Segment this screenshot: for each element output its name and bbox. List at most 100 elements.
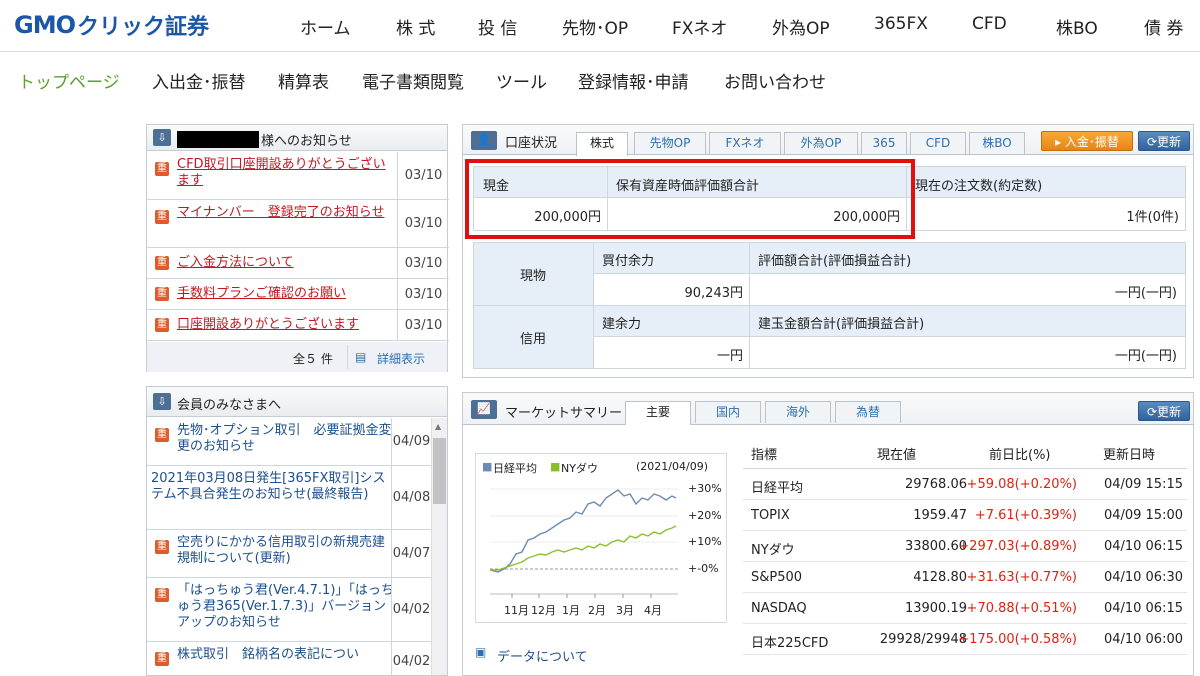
list-item[interactable]: 重 先物･オプション取引 必要証拠金変更のお知らせ 04/09 bbox=[147, 418, 431, 466]
detail-link[interactable]: 詳細表示 bbox=[377, 350, 425, 367]
notice-date: 03/10 bbox=[397, 310, 449, 340]
notice-date: 03/10 bbox=[397, 200, 449, 247]
scroll-up-icon[interactable]: ▲ bbox=[435, 422, 441, 431]
member-notice-link[interactable]: 「はっちゅう君(Ver.4.7.1)」「はっちゅう君365(Ver.1.7.3)… bbox=[177, 583, 397, 631]
notice-item[interactable]: 重 手数料プランご確認のお願い 03/10 bbox=[147, 279, 449, 310]
member-notice-date: 04/02 bbox=[391, 642, 431, 675]
list-item[interactable]: 重 空売りにかかる信用取引の新規売建規制について(更新) 04/07 bbox=[147, 530, 431, 578]
subnav-documents[interactable]: 電子書類閲覧 bbox=[362, 68, 464, 93]
subnav-contact[interactable]: お問い合わせ bbox=[724, 68, 826, 93]
margin-power-value: 一円 bbox=[594, 337, 749, 368]
members-header: ⇩ 会員のみなさまへ bbox=[147, 387, 447, 417]
market-refresh-button[interactable]: ⟳更新 bbox=[1138, 401, 1190, 421]
nav-fx-op[interactable]: 外為OP bbox=[772, 14, 830, 39]
orders-value: 1件(0件) bbox=[907, 198, 1185, 230]
member-notice-date: 04/09 bbox=[391, 418, 431, 465]
notice-item[interactable]: 重 ご入金方法について 03/10 bbox=[147, 248, 449, 279]
member-notice-link[interactable]: 株式取引 銘柄名の表記につい bbox=[177, 647, 397, 663]
notice-link[interactable]: 手数料プランご確認のお願い bbox=[177, 286, 391, 302]
x-tick-label: 3月 bbox=[616, 604, 634, 617]
cell-change: +70.88(+0.51%) bbox=[966, 601, 1077, 616]
notice-item[interactable]: 重 CFD取引口座開設ありがとうございます 03/10 bbox=[147, 152, 449, 200]
tab-fx-op[interactable]: 外為OP bbox=[784, 132, 858, 154]
notice-link[interactable]: 口座開設ありがとうございます bbox=[177, 317, 391, 333]
notice-link[interactable]: マイナンバー 登録完了のお知らせ bbox=[177, 205, 391, 221]
nav-fund[interactable]: 投 信 bbox=[478, 14, 517, 39]
cell-index: 日本225CFD bbox=[751, 636, 829, 651]
cell-updated: 04/10 06:30 bbox=[1103, 570, 1183, 585]
member-notice-link[interactable]: 2021年03月08日発生[365FX取引]システム不具合発生のお知らせ(最終報… bbox=[151, 471, 397, 503]
market-table: 指標 現在値 前日比(%) 更新日時 日経平均 29768.06 +59.08(… bbox=[743, 437, 1187, 675]
tab-365[interactable]: 365 bbox=[861, 132, 907, 154]
x-tick-label: 12月 bbox=[531, 604, 556, 617]
cell-change: +297.03(+0.89%) bbox=[958, 539, 1077, 554]
download-icon: ⇩ bbox=[153, 393, 171, 410]
personal-notice-panel: ⇩ 様へのお知らせ 重 CFD取引口座開設ありがとうございます 03/10 重 … bbox=[146, 124, 449, 372]
buying-power-label: 買付余力 bbox=[594, 243, 749, 273]
y-tick-label: +20% bbox=[688, 509, 722, 522]
masked-username bbox=[177, 131, 259, 148]
member-notice-date: 04/02 bbox=[391, 578, 431, 641]
market-title: マーケットサマリー bbox=[505, 406, 623, 421]
nav-futures-op[interactable]: 先物･OP bbox=[562, 14, 628, 39]
table-row: NYダウ 33800.60 +297.03(+0.89%) 04/10 06:1… bbox=[743, 531, 1187, 562]
cell-change: +175.00(+0.58%) bbox=[958, 632, 1077, 647]
tab-fx-neo[interactable]: FXネオ bbox=[709, 132, 781, 154]
nav-home[interactable]: ホーム bbox=[300, 14, 351, 39]
subnav-top-page[interactable]: トップページ bbox=[18, 68, 120, 93]
list-item[interactable]: 重 「はっちゅう君(Ver.4.7.1)」「はっちゅう君365(Ver.1.7.… bbox=[147, 578, 431, 642]
data-info-icon: ▣ bbox=[475, 645, 487, 659]
subnav-deposit-transfer[interactable]: 入出金･振替 bbox=[152, 68, 246, 93]
cell-updated: 04/10 06:00 bbox=[1103, 632, 1183, 647]
tab-cfd[interactable]: CFD bbox=[910, 132, 966, 154]
detail-icon: ▤ bbox=[355, 350, 367, 364]
y-tick-label: +30% bbox=[688, 482, 722, 495]
member-notice-link[interactable]: 先物･オプション取引 必要証拠金変更のお知らせ bbox=[177, 423, 397, 455]
tab-futures-op[interactable]: 先物OP bbox=[634, 132, 706, 154]
members-scrollbar[interactable]: ▲ bbox=[431, 418, 447, 675]
notice-title: 様へのお知らせ bbox=[261, 134, 352, 149]
tab-stock-bo[interactable]: 株BO bbox=[969, 132, 1025, 154]
notice-header: ⇩ 様へのお知らせ bbox=[147, 125, 447, 151]
y-tick-label: +10% bbox=[688, 535, 722, 548]
refresh-icon: ⟳ bbox=[1146, 405, 1158, 419]
market-summary-panel: 📈 マーケットサマリー 主要 国内 海外 為替 ⟳更新 ■ 日経平均 ■ NYダ… bbox=[462, 392, 1194, 676]
notice-footer: 全５ 件 ▤ 詳細表示 bbox=[147, 342, 447, 372]
subnav-tools[interactable]: ツール bbox=[496, 68, 547, 93]
notice-badge-icon: 重 bbox=[155, 210, 169, 224]
index-chart: ■ 日経平均 ■ NYダウ (2021/04/09) +30% +20% +10… bbox=[475, 453, 727, 623]
list-item[interactable]: 重 株式取引 銘柄名の表記につい 04/02 bbox=[147, 642, 431, 675]
notice-item[interactable]: 重 マイナンバー 登録完了のお知らせ 03/10 bbox=[147, 200, 449, 248]
scrollbar-thumb[interactable] bbox=[433, 438, 446, 504]
gmo-logo[interactable]: GMO クリック証券 bbox=[14, 10, 209, 40]
highlight-box bbox=[465, 159, 915, 239]
deposit-transfer-button[interactable]: ▸ 入金･振替 bbox=[1041, 131, 1133, 151]
notice-link[interactable]: CFD取引口座開設ありがとうございます bbox=[177, 157, 391, 189]
notice-item[interactable]: 重 口座開設ありがとうございます 03/10 bbox=[147, 310, 449, 341]
nav-bond[interactable]: 債 券 bbox=[1144, 14, 1183, 39]
subnav-registration[interactable]: 登録情報･申請 bbox=[578, 68, 689, 93]
tab-domestic[interactable]: 国内 bbox=[695, 401, 761, 423]
nav-cfd[interactable]: CFD bbox=[972, 14, 1007, 34]
member-notice-date: 04/08 bbox=[391, 466, 431, 529]
tab-overseas[interactable]: 海外 bbox=[765, 401, 831, 423]
tab-stock[interactable]: 株式 bbox=[576, 132, 628, 156]
nav-stock[interactable]: 株 式 bbox=[396, 14, 435, 39]
account-refresh-button[interactable]: ⟳更新 bbox=[1138, 131, 1190, 151]
table-row: 日本225CFD 29928/29948 +175.00(+0.58%) 04/… bbox=[743, 624, 1187, 655]
nav-stock-bo[interactable]: 株BO bbox=[1056, 14, 1098, 39]
cell-current: 29768.06 bbox=[904, 477, 967, 492]
table-row: TOPIX 1959.47 +7.61(+0.39%) 04/09 15:00 bbox=[743, 500, 1187, 531]
tab-major[interactable]: 主要 bbox=[625, 401, 691, 425]
tab-forex[interactable]: 為替 bbox=[835, 401, 901, 423]
x-tick-label: 2月 bbox=[588, 604, 606, 617]
data-about-link[interactable]: データについて bbox=[497, 646, 588, 665]
nav-365fx[interactable]: 365FX bbox=[874, 14, 928, 34]
cell-current: 1959.47 bbox=[913, 508, 967, 523]
subnav-statement[interactable]: 精算表 bbox=[278, 68, 329, 93]
list-item[interactable]: 2021年03月08日発生[365FX取引]システム不具合発生のお知らせ(最終報… bbox=[147, 466, 431, 530]
notice-link[interactable]: ご入金方法について bbox=[177, 255, 391, 271]
member-notice-link[interactable]: 空売りにかかる信用取引の新規売建規制について(更新) bbox=[177, 535, 397, 567]
nav-fx-neo[interactable]: FXネオ bbox=[672, 14, 727, 39]
cell-change: +7.61(+0.39%) bbox=[974, 508, 1077, 523]
